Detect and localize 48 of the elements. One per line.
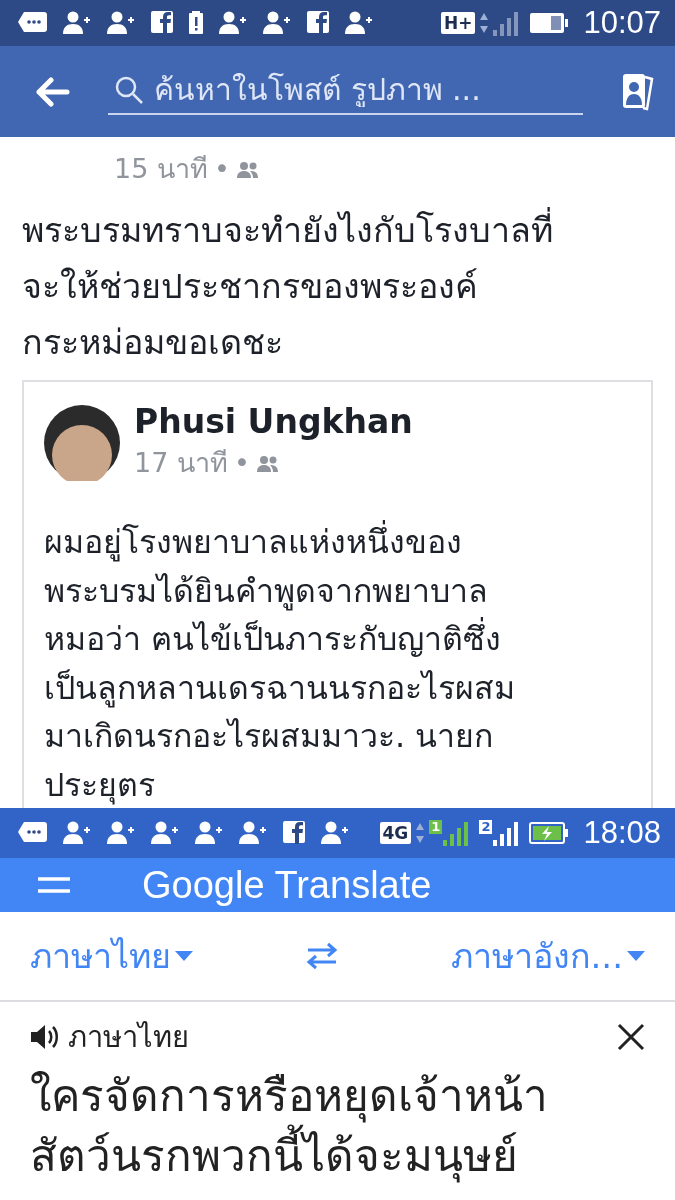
person-add-icon [194, 820, 224, 846]
person-add-icon [344, 10, 374, 36]
speaker-icon [30, 1024, 60, 1050]
person-add-icon [106, 820, 136, 846]
person-add-icon [106, 10, 136, 36]
data-arrows-icon [479, 11, 490, 35]
network-badge: 4G [379, 822, 412, 844]
person-add-icon [62, 10, 92, 36]
app-title: Google Translate [142, 863, 432, 907]
facebook-icon [150, 10, 174, 36]
search-field[interactable]: ค้นหาในโพสต์ รูปภาพ ... [108, 68, 583, 115]
sim-label: 2 [479, 820, 493, 834]
post-time: 17 นาที [134, 446, 228, 480]
close-icon [617, 1023, 645, 1051]
clock: 18:08 [583, 815, 661, 851]
post-text: พระบรมทราบจะทำยังไงกับโรงบาลที่ จะให้ช่วยประชากรของพระองค์ กระหม่อมขอเดชะ [22, 202, 653, 370]
audience-icon [235, 159, 258, 178]
person-add-icon [262, 10, 292, 36]
input-text[interactable]: ใครจัดการหรือหยุดเจ้าหน้า สัตว์นรกพวกนี้ได้จะมนุษย์ [30, 1066, 645, 1186]
photos-button[interactable] [621, 71, 655, 112]
separator-dot: • [233, 447, 250, 478]
speak-button[interactable]: ภาษาไทย [30, 1014, 189, 1060]
separator-dot: • [213, 153, 230, 184]
person-add-icon [218, 10, 248, 36]
language-selector[interactable]: ภาษาไทย [30, 929, 193, 983]
person-add-icon [320, 820, 350, 846]
battery-alert-icon [188, 10, 204, 36]
close-button[interactable] [617, 1023, 645, 1051]
language-selector[interactable]: ภาษาอังก... [450, 929, 645, 983]
facebook-icon [282, 820, 306, 846]
post-time: 15 นาที [114, 152, 208, 186]
search-icon [114, 74, 144, 105]
person-add-icon [62, 820, 92, 846]
network-badge: H+ [440, 12, 476, 34]
caret-icon [175, 951, 193, 961]
audience-icon [255, 453, 278, 472]
back-button[interactable] [36, 76, 70, 107]
photo-stack-icon [621, 71, 655, 112]
person-add-icon [238, 820, 268, 846]
data-arrows-icon [415, 821, 426, 845]
back-arrow-icon [36, 76, 70, 107]
facebook-icon [306, 10, 330, 36]
caret-icon [627, 951, 645, 961]
clock: 10:07 [583, 5, 661, 41]
author-name[interactable]: Phusi Ungkhan [134, 402, 413, 441]
sim-label: 1 [429, 820, 443, 834]
post-text: ผมอยู่โรงพยาบาลแห่งหนึ่งของ พระบรมได้ยินคำพูดจากพยาบาล หมอว่า ฅนไข้เป็นภาระกับญาติซึ่ง เป็นลูกหลานเดรฉานนรกอะไรผสม มาเกิดนรกอะไรผสมมาวะ. นายก ประยุตร [44, 518, 631, 808]
person-add-icon [150, 820, 180, 846]
